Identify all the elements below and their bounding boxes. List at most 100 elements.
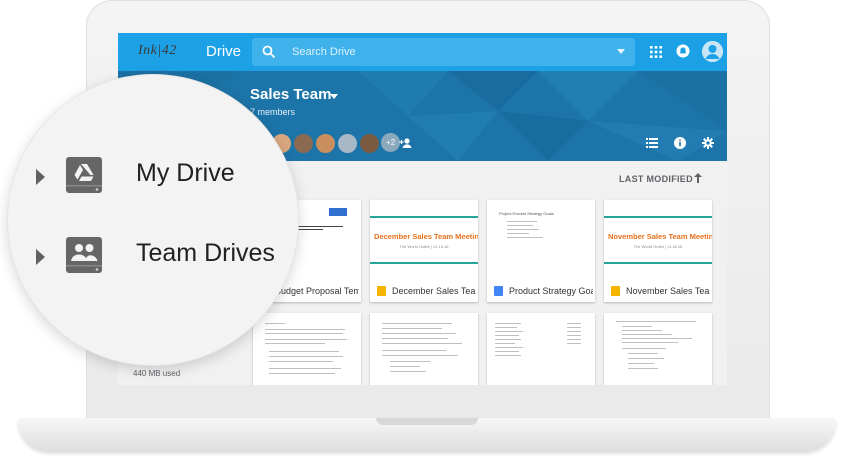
slides-file-icon <box>377 286 386 296</box>
file-card-november-sales[interactable]: November Sales Team Meeting The World Ou… <box>604 200 712 302</box>
doc-line <box>616 321 696 322</box>
info-icon[interactable] <box>674 137 686 149</box>
doc-line <box>622 330 662 331</box>
team-name[interactable]: Sales Team <box>250 86 331 103</box>
doc-line <box>265 339 347 340</box>
slide-accent-line <box>370 216 478 218</box>
sort-by-last-modified[interactable]: LAST MODIFIED <box>619 174 693 184</box>
slides-file-icon <box>611 286 620 296</box>
sidebar-magnifier: My Drive Team Drives <box>8 75 298 365</box>
member-avatar[interactable] <box>337 133 358 154</box>
slide-accent-line <box>604 216 712 218</box>
file-card[interactable] <box>253 313 361 385</box>
doc-line <box>269 373 335 374</box>
doc-line <box>507 237 543 238</box>
laptop-notch <box>376 418 478 425</box>
doc-line <box>269 356 343 357</box>
docs-file-icon <box>494 286 503 296</box>
doc-line <box>382 323 452 324</box>
doc-line <box>382 333 456 334</box>
doc-line <box>495 331 523 332</box>
doc-line <box>567 343 581 344</box>
sidebar-item-my-drive[interactable]: My Drive <box>8 147 298 207</box>
file-card[interactable] <box>370 313 478 385</box>
account-avatar-icon <box>702 41 723 62</box>
sidebar-item-team-drives[interactable]: Team Drives <box>8 227 298 287</box>
doc-line <box>265 333 343 334</box>
account-avatar[interactable] <box>702 41 723 62</box>
doc-line <box>628 358 664 359</box>
doc-line <box>628 368 658 369</box>
doc-line <box>390 361 430 362</box>
doc-line <box>382 328 442 329</box>
doc-title: Project Everest Strategy Goals <box>499 211 554 216</box>
search-icon[interactable] <box>262 45 276 59</box>
search-options-icon[interactable] <box>617 49 625 54</box>
doc-line <box>622 348 666 349</box>
team-menu-icon[interactable] <box>330 94 338 99</box>
doc-line <box>269 351 339 352</box>
doc-line <box>382 338 448 339</box>
member-avatar[interactable] <box>359 133 380 154</box>
notifications-icon[interactable] <box>676 44 690 58</box>
team-drives-icon <box>66 237 102 273</box>
search-input[interactable] <box>292 44 592 60</box>
doc-line <box>567 335 581 336</box>
slide-title: December Sales Team Meeting <box>374 232 478 241</box>
doc-line <box>382 343 462 344</box>
settings-gear-icon[interactable] <box>702 137 714 149</box>
search-box[interactable] <box>252 38 635 66</box>
doc-line <box>567 323 581 324</box>
file-name: December Sales Tea... <box>392 286 476 296</box>
doc-line <box>507 221 537 222</box>
member-avatar[interactable] <box>315 133 336 154</box>
doc-line <box>495 327 517 328</box>
sort-direction-arrow-icon[interactable] <box>694 173 702 183</box>
doc-line <box>622 326 652 327</box>
doc-line <box>390 371 426 372</box>
doc-line <box>567 339 581 340</box>
file-card-footer: November Sales Tea... <box>604 280 712 302</box>
sidebar-item-label: Team Drives <box>136 239 275 267</box>
file-card-footer: December Sales Tea... <box>370 280 478 302</box>
file-card[interactable] <box>604 313 712 385</box>
doc-line <box>507 229 539 230</box>
company-logo: Ink|42 <box>138 43 177 58</box>
file-thumbnail <box>253 313 361 385</box>
file-card-footer: Product Strategy Goa... <box>487 280 595 302</box>
doc-line <box>622 338 692 339</box>
my-drive-icon <box>66 157 102 193</box>
list-view-icon[interactable] <box>646 138 658 148</box>
add-member-icon[interactable] <box>399 137 413 149</box>
apps-grid-icon[interactable] <box>650 46 662 58</box>
doc-line <box>265 343 325 344</box>
slide-subtitle: The World Outlet | 11.18.16 <box>633 244 683 249</box>
expand-arrow-icon[interactable] <box>36 169 45 185</box>
doc-line <box>265 323 285 324</box>
doc-line <box>628 353 658 354</box>
doc-line <box>269 361 333 362</box>
doc-line <box>390 366 420 367</box>
slide-title: November Sales Team Meeting <box>608 232 712 241</box>
app-name[interactable]: Drive <box>206 43 241 60</box>
doc-logo-block <box>329 208 347 216</box>
doc-line <box>622 342 678 343</box>
file-card-product-strategy[interactable]: Project Everest Strategy Goals Product S… <box>487 200 595 302</box>
doc-line <box>495 355 521 356</box>
doc-line <box>495 339 521 340</box>
team-members-count[interactable]: 7 members <box>250 107 295 117</box>
doc-line <box>507 233 529 234</box>
doc-line <box>628 363 654 364</box>
more-members-badge[interactable]: +2 <box>381 133 400 152</box>
slide-accent-line <box>604 262 712 264</box>
doc-line <box>265 329 345 330</box>
sidebar-item-label: My Drive <box>136 159 235 187</box>
file-card-december-sales[interactable]: December Sales Team Meeting The World Ou… <box>370 200 478 302</box>
file-thumbnail: November Sales Team Meeting The World Ou… <box>604 200 712 281</box>
doc-line <box>495 335 519 336</box>
doc-line <box>269 368 341 369</box>
expand-arrow-icon[interactable] <box>36 249 45 265</box>
doc-line <box>495 351 519 352</box>
file-card[interactable] <box>487 313 595 385</box>
doc-line <box>495 347 523 348</box>
